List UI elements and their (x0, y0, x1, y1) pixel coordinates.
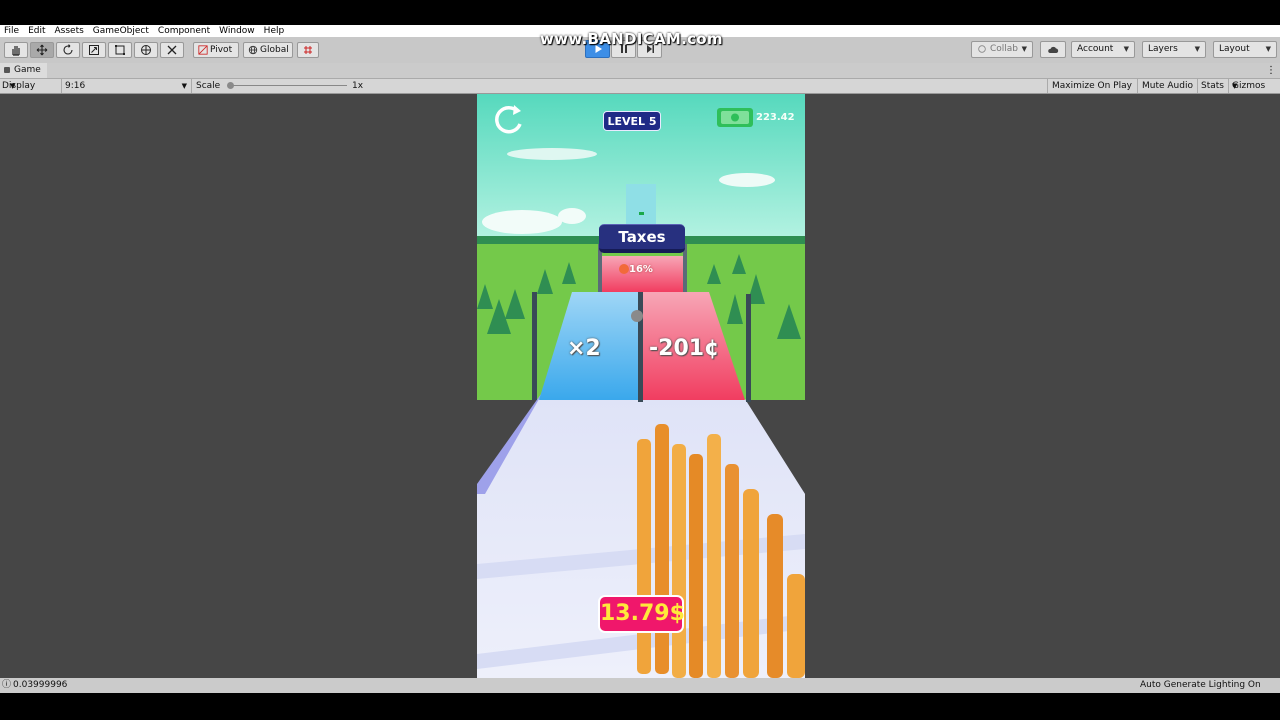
game-view-toolbar: Display 1 ▼ 9:16▼ Scale 1x Maximize On P… (0, 79, 1280, 105)
scale-tool-icon (89, 45, 99, 55)
collab-label: Collab (990, 44, 1019, 54)
menu-window[interactable]: Window (219, 25, 255, 37)
chevron-down-icon: ▼ (1265, 45, 1271, 53)
lighting-status[interactable]: Auto Generate Lighting On (1140, 678, 1261, 693)
cloud-button[interactable] (1040, 41, 1066, 58)
rect-tool-button[interactable] (108, 42, 132, 58)
tower-light (639, 212, 644, 215)
divider (1047, 79, 1048, 93)
cloud (482, 210, 562, 234)
chevron-down-icon: ▼ (1194, 45, 1200, 53)
scale-value: 1x (352, 81, 364, 91)
gate-post-right (746, 294, 751, 402)
hand-tool-icon (12, 46, 20, 56)
status-message[interactable]: 0.03999996 (13, 678, 67, 693)
cloud (558, 208, 586, 224)
taxes-sign: Taxes (599, 224, 685, 253)
move-tool-button[interactable] (30, 42, 54, 58)
menu-component[interactable]: Component (158, 25, 210, 37)
layers-dropdown[interactable]: Layers ▼ (1142, 41, 1206, 58)
recording-watermark: www.BANDICAM.com (540, 30, 723, 48)
game-tab-bar: Game ⋮ (0, 63, 1280, 79)
pivot-toggle[interactable]: Pivot (193, 42, 239, 58)
chevron-down-icon: ▼ (10, 82, 16, 90)
tax-percent: 16% (629, 264, 653, 275)
stats-toggle[interactable]: Stats (1201, 79, 1224, 93)
multiply-gate-label: ×2 (567, 336, 601, 361)
transform-tool-button[interactable] (134, 42, 158, 58)
maximize-on-play-toggle[interactable]: Maximize On Play (1052, 79, 1132, 93)
chevron-down-icon: ▼ (1021, 45, 1027, 53)
chevron-down-icon: ▼ (1232, 82, 1238, 90)
gate-post-left (532, 292, 537, 400)
snap-button[interactable] (297, 42, 319, 58)
scale-label: Scale (196, 81, 221, 91)
divider (61, 79, 62, 93)
obstacle-ball (631, 310, 643, 322)
layers-label: Layers (1148, 44, 1178, 54)
pivot-icon (198, 45, 208, 55)
game-render[interactable] (477, 94, 805, 678)
menu-assets[interactable]: Assets (55, 25, 84, 37)
collab-dropdown[interactable]: Collab ▼ (971, 41, 1033, 58)
game-tab-icon (4, 66, 10, 73)
menu-edit[interactable]: Edit (28, 25, 45, 37)
tab-game[interactable]: Game (0, 63, 47, 78)
aspect-label: 9:16 (65, 81, 86, 91)
account-label: Account (1077, 44, 1114, 54)
scale-slider-track[interactable] (229, 85, 347, 86)
layout-label: Layout (1219, 44, 1250, 54)
level-badge: LEVEL 5 (603, 111, 661, 131)
subtract-gate-label: -201¢ (649, 336, 720, 361)
hand-tool-button[interactable] (4, 42, 28, 58)
cloud-icon (1048, 46, 1059, 53)
divider (191, 79, 192, 93)
price-tag: 13.79$ (598, 595, 685, 633)
cash-icon (717, 108, 753, 127)
mute-audio-toggle[interactable]: Mute Audio (1142, 79, 1193, 93)
custom-tool-button[interactable] (160, 42, 184, 58)
transform-tool-icon (141, 45, 151, 55)
scale-slider-thumb[interactable] (227, 82, 234, 89)
divider (1137, 79, 1138, 93)
money-counter: 223.42 (756, 112, 795, 123)
chevron-down-icon: ▼ (181, 82, 187, 90)
pivot-label: Pivot (210, 45, 233, 55)
globe-icon (248, 45, 258, 55)
tax-icon (619, 264, 629, 274)
account-dropdown[interactable]: Account ▼ (1071, 41, 1135, 58)
rotate-tool-icon (63, 44, 73, 55)
divider (1228, 79, 1229, 93)
cloud-check-icon (978, 45, 986, 53)
custom-tool-icon (167, 45, 177, 55)
global-label: Global (260, 45, 289, 55)
cloud (507, 148, 597, 160)
scale-tool-button[interactable] (82, 42, 106, 58)
gate-post-center (638, 292, 643, 402)
menu-gameobject[interactable]: GameObject (93, 25, 149, 37)
rect-tool-icon (115, 45, 125, 55)
info-icon: ⓘ (2, 680, 12, 690)
menu-file[interactable]: File (4, 25, 19, 37)
rotate-tool-button[interactable] (56, 42, 80, 58)
chevron-down-icon: ▼ (1123, 45, 1129, 53)
restart-button[interactable] (488, 102, 524, 138)
cloud (719, 173, 775, 187)
tab-game-label: Game (14, 65, 41, 75)
divider (1197, 79, 1198, 93)
menu-help[interactable]: Help (264, 25, 285, 37)
status-bar: ⓘ 0.03999996 Auto Generate Lighting On (0, 678, 1280, 693)
tab-menu-icon[interactable]: ⋮ (1266, 63, 1276, 78)
global-toggle[interactable]: Global (243, 42, 293, 58)
game-scene (477, 94, 805, 678)
grid-snap-icon (304, 46, 312, 54)
layout-dropdown[interactable]: Layout ▼ (1213, 41, 1277, 58)
move-tool-icon (36, 44, 48, 56)
